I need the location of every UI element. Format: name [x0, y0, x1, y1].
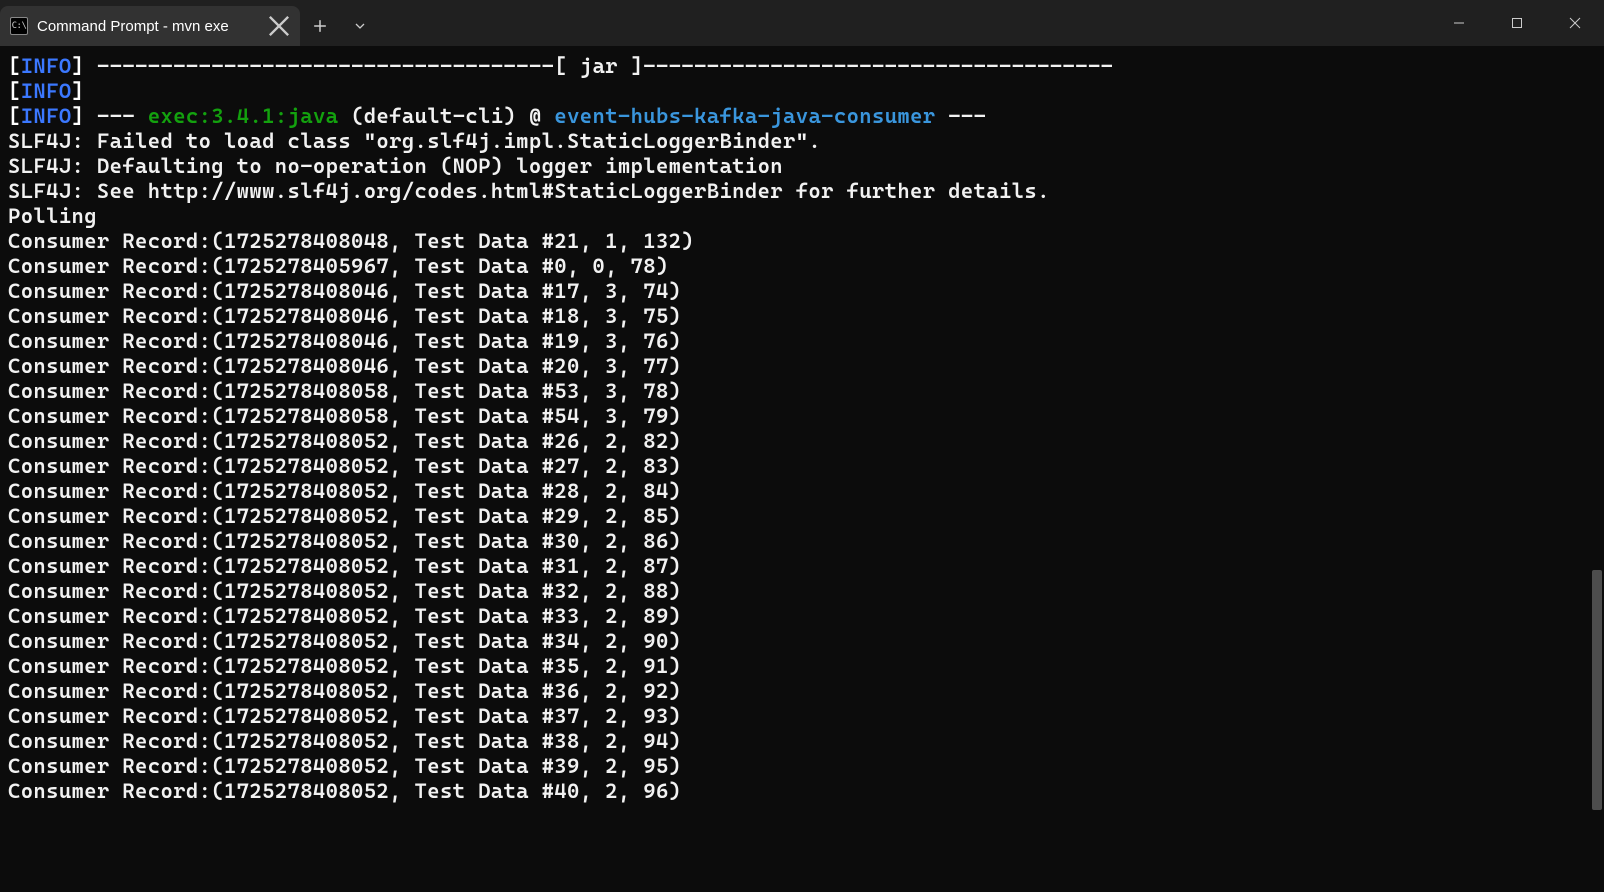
consumer-record-line: Consumer Record:(1725278408046, Test Dat… — [8, 354, 1598, 379]
consumer-record-line: Consumer Record:(1725278408052, Test Dat… — [8, 704, 1598, 729]
titlebar-drag-region[interactable] — [380, 0, 1430, 46]
consumer-record-line: Consumer Record:(1725278405967, Test Dat… — [8, 254, 1598, 279]
close-tab-button[interactable] — [268, 15, 290, 37]
minimize-button[interactable] — [1430, 0, 1488, 46]
cmd-icon: C:\ — [10, 17, 28, 35]
terminal-output[interactable]: [INFO] ---------------------------------… — [0, 46, 1604, 892]
consumer-record-line: Consumer Record:(1725278408052, Test Dat… — [8, 479, 1598, 504]
log-line: Polling — [8, 204, 1598, 229]
log-line: SLF4J: Defaulting to no-operation (NOP) … — [8, 154, 1598, 179]
titlebar: C:\ Command Prompt - mvn exe — [0, 0, 1604, 46]
consumer-record-line: Consumer Record:(1725278408048, Test Dat… — [8, 229, 1598, 254]
consumer-record-line: Consumer Record:(1725278408052, Test Dat… — [8, 529, 1598, 554]
log-line: [INFO] — [8, 79, 1598, 104]
consumer-record-line: Consumer Record:(1725278408052, Test Dat… — [8, 554, 1598, 579]
consumer-record-line: Consumer Record:(1725278408046, Test Dat… — [8, 329, 1598, 354]
consumer-record-line: Consumer Record:(1725278408046, Test Dat… — [8, 279, 1598, 304]
log-line: [INFO] --- exec:3.4.1:java (default-cli)… — [8, 104, 1598, 129]
consumer-record-line: Consumer Record:(1725278408052, Test Dat… — [8, 629, 1598, 654]
active-tab[interactable]: C:\ Command Prompt - mvn exe — [0, 6, 300, 46]
consumer-record-line: Consumer Record:(1725278408052, Test Dat… — [8, 579, 1598, 604]
consumer-record-line: Consumer Record:(1725278408052, Test Dat… — [8, 779, 1598, 804]
close-window-button[interactable] — [1546, 0, 1604, 46]
log-line: SLF4J: Failed to load class "org.slf4j.i… — [8, 129, 1598, 154]
consumer-record-line: Consumer Record:(1725278408058, Test Dat… — [8, 379, 1598, 404]
window-controls — [1430, 0, 1604, 46]
log-line: SLF4J: See http://www.slf4j.org/codes.ht… — [8, 179, 1598, 204]
scrollbar-thumb[interactable] — [1592, 570, 1602, 810]
consumer-record-line: Consumer Record:(1725278408052, Test Dat… — [8, 454, 1598, 479]
new-tab-button[interactable] — [300, 6, 340, 46]
maximize-button[interactable] — [1488, 0, 1546, 46]
consumer-record-line: Consumer Record:(1725278408052, Test Dat… — [8, 729, 1598, 754]
tab-title: Command Prompt - mvn exe — [37, 18, 229, 35]
consumer-record-line: Consumer Record:(1725278408052, Test Dat… — [8, 679, 1598, 704]
consumer-record-line: Consumer Record:(1725278408052, Test Dat… — [8, 504, 1598, 529]
consumer-record-line: Consumer Record:(1725278408052, Test Dat… — [8, 429, 1598, 454]
consumer-record-line: Consumer Record:(1725278408052, Test Dat… — [8, 754, 1598, 779]
consumer-record-line: Consumer Record:(1725278408058, Test Dat… — [8, 404, 1598, 429]
consumer-record-line: Consumer Record:(1725278408052, Test Dat… — [8, 604, 1598, 629]
tab-dropdown-button[interactable] — [340, 6, 380, 46]
consumer-record-line: Consumer Record:(1725278408052, Test Dat… — [8, 654, 1598, 679]
consumer-record-line: Consumer Record:(1725278408046, Test Dat… — [8, 304, 1598, 329]
log-line: [INFO] ---------------------------------… — [8, 54, 1598, 79]
